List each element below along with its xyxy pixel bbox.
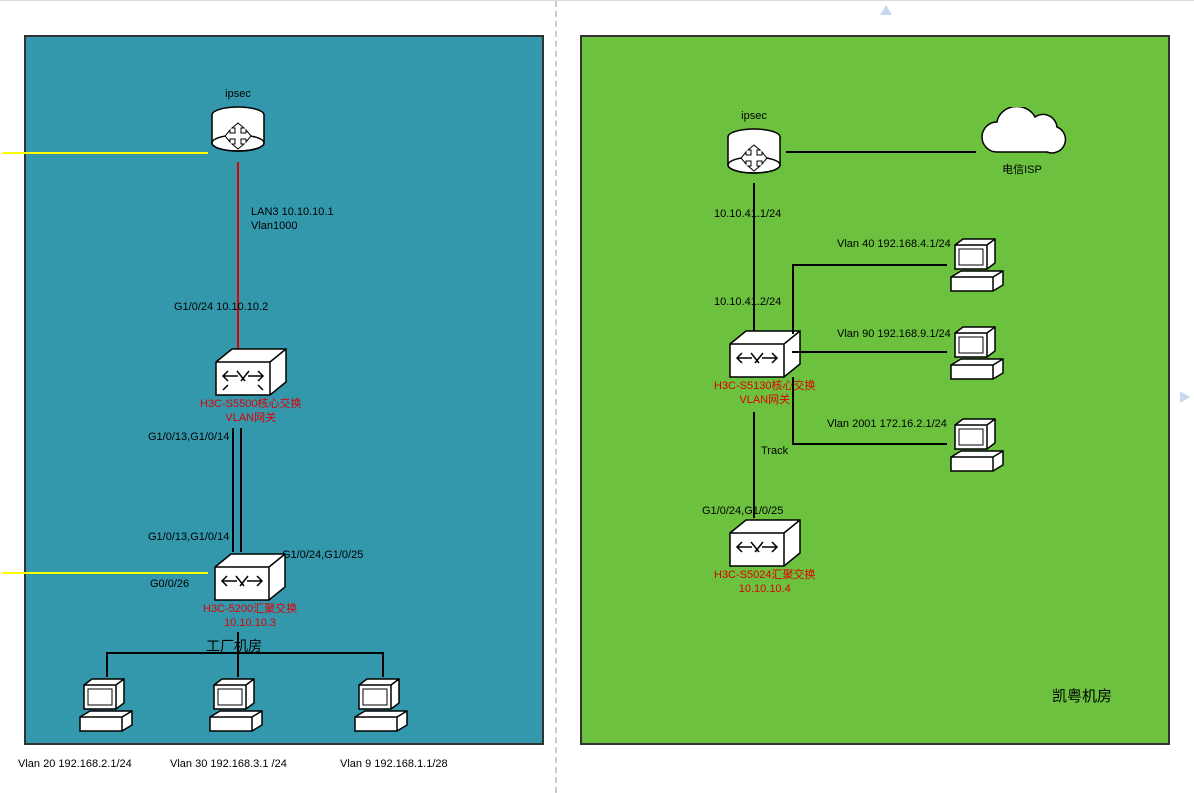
router-icon [206,105,270,161]
vlan9-label: Vlan 9 192.168.1.1/28 [340,757,448,771]
ext-line-2 [2,572,208,574]
pc1-drop [106,652,108,677]
page-divider [555,1,557,793]
vlan20-label: Vlan 20 192.168.2.1/24 [18,757,132,771]
switch-icon [726,329,804,379]
agg-ip: 10.10.10.3 [203,616,297,630]
pc-vlan9 [351,677,413,733]
vlan30-label: Vlan 30 192.168.3.1 /24 [170,757,287,771]
ipsec-label: ipsec [206,87,270,101]
track-label: Track [761,444,788,458]
link-vlan2001-h [792,443,947,445]
cloud-icon [972,107,1072,163]
pc-icon [947,417,1009,473]
pc-icon [947,325,1009,381]
ipsec-router-left: ipsec [206,87,270,161]
core-gateway: VLAN网关 [200,411,301,425]
switch-icon [212,347,290,397]
vlan2001-label: Vlan 2001 172.16.2.1/24 [827,417,947,431]
router-icon [722,127,786,183]
pc-vlan90 [947,325,1009,381]
core-name: H3C-S5500核心交换 [200,397,301,411]
link-core-agg-1 [232,428,234,552]
router-vlan-label: Vlan1000 [251,219,298,233]
pc-icon [947,237,1009,293]
right-site-title: 凯粤机房 [1052,687,1112,707]
pc3-drop [382,652,384,677]
core-port-label: G1/0/24 10.10.10.2 [174,300,268,314]
link-router-core [237,162,239,352]
agg-ip-r: 10.10.10.4 [714,582,815,596]
ruler-marker-top [880,5,892,15]
diagram-canvas: ipsec LAN3 10.10.10.1 Vlan1000 G1/0/24 1… [0,0,1194,792]
core-name-r: H3C-S5130核心交换 [714,379,815,393]
pc-icon [206,677,268,733]
agg-ports-r: G1/0/24,G1/0/25 [702,504,783,518]
pc2-drop [237,652,239,677]
isp-cloud: 电信ISP [972,107,1072,177]
link-router-core-r [753,183,755,333]
link-core-agg-r [753,412,755,518]
ext-line-1 [2,152,208,154]
ruler-marker-right [1180,391,1190,403]
vlan90-label: Vlan 90 192.168.9.1/24 [837,327,951,341]
core-gateway-r: VLAN网关 [714,393,815,407]
agg-down [237,632,239,652]
switch-icon [211,552,289,602]
ipsec-router-right: ipsec [722,109,786,183]
pc-vlan2001 [947,417,1009,473]
core-port-r: 10.10.41.2/24 [714,295,781,309]
router-ip-r: 10.10.41.1/24 [714,207,781,221]
router-lan3-label: LAN3 10.10.10.1 [251,205,334,219]
agg-name: H3C-5200汇聚交换 [203,602,297,616]
pc-icon [351,677,413,733]
isp-label: 电信ISP [972,163,1072,177]
right-site-panel: ipsec 电信ISP 10.10.41.1/24 10.10.41.2/24 [580,35,1170,745]
switch-icon [726,518,804,568]
agg-bus [106,652,384,654]
agg-switch-left: H3C-5200汇聚交换 10.10.10.3 [203,552,297,631]
pc-vlan30 [206,677,268,733]
link-vlan40-v [792,264,794,334]
agg-switch-right: H3C-S5024汇聚交换 10.10.10.4 [714,518,815,597]
pc-vlan40 [947,237,1009,293]
pc-icon [76,677,138,733]
core-switch-right: H3C-S5130核心交换 VLAN网关 [714,329,815,408]
ipsec-label-r: ipsec [722,109,786,123]
link-vlan40-h [792,264,947,266]
agg-trunk-label: G1/0/13,G1/0/14 [148,530,229,544]
left-site-panel: ipsec LAN3 10.10.10.1 Vlan1000 G1/0/24 1… [24,35,544,745]
agg-name-r: H3C-S5024汇聚交换 [714,568,815,582]
vlan40-label: Vlan 40 192.168.4.1/24 [837,237,951,251]
pc-vlan20 [76,677,138,733]
link-router-cloud [786,151,976,153]
core-switch-left: H3C-S5500核心交换 VLAN网关 [200,347,301,426]
agg-g0-label: G0/0/26 [150,577,189,591]
link-core-agg-2 [240,428,242,552]
link-vlan2001-v [792,377,794,443]
core-trunk-label: G1/0/13,G1/0/14 [148,430,229,444]
link-vlan90 [792,351,947,353]
